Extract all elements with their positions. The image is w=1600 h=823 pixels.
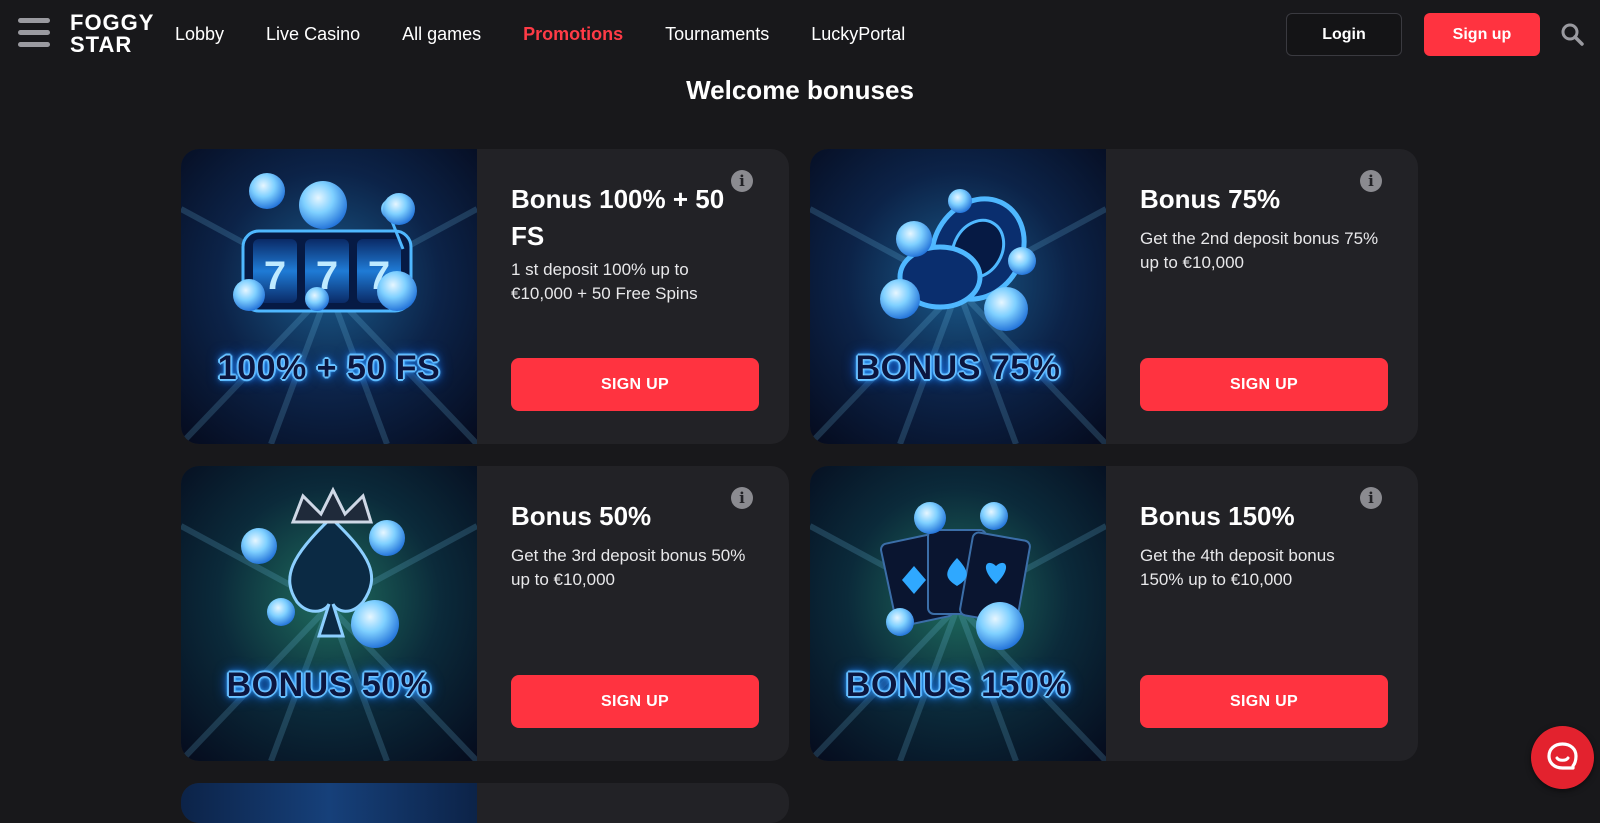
card-title: Bonus 50%	[511, 501, 652, 531]
nav-luckyportal[interactable]: LuckyPortal	[811, 22, 905, 46]
art-caption: BONUS 75%	[855, 349, 1061, 387]
sign-up-button[interactable]: SIGN UP	[511, 675, 759, 728]
nav-live-casino[interactable]: Live Casino	[266, 22, 360, 46]
svg-text:7: 7	[264, 254, 286, 298]
login-button[interactable]: Login	[1286, 13, 1402, 56]
hamburger-menu-icon[interactable]	[18, 18, 50, 48]
top-header: FOGGY STAR Lobby Live Casino All games P…	[0, 0, 1600, 68]
slot-machine-image: 7 7 7 100% + 50 FS	[181, 149, 477, 444]
art-caption: BONUS 50%	[226, 666, 432, 704]
playing-cards-image: BONUS 150%	[810, 466, 1106, 761]
card-description: Get the 2nd deposit bonus 75% up to €10,…	[1140, 229, 1379, 272]
page-title: Welcome bonuses	[686, 75, 914, 105]
sign-up-button[interactable]: SIGN UP	[1140, 358, 1388, 411]
art-caption: BONUS 150%	[845, 666, 1071, 704]
nav-tournaments[interactable]: Tournaments	[665, 22, 769, 46]
search-icon[interactable]	[1560, 22, 1584, 46]
bonus-card: BONUS 75% i Bonus 75% Get the 2nd deposi…	[810, 149, 1418, 444]
bonus-card-partial	[181, 783, 789, 823]
card-title: Bonus 150%	[1140, 501, 1295, 531]
card-description: Get the 3rd deposit bonus 50% up to €10,…	[511, 546, 746, 589]
nav-lobby[interactable]: Lobby	[175, 22, 224, 46]
card-title: Bonus 75%	[1140, 184, 1281, 214]
logo-line-2: STAR	[70, 32, 133, 57]
bonus-card: BONUS 150% i Bonus 150% Get the 4th depo…	[810, 466, 1418, 761]
nav-all-games[interactable]: All games	[402, 22, 481, 46]
foggy-star-logo[interactable]: FOGGY STAR	[70, 12, 156, 56]
nav-promotions[interactable]: Promotions	[523, 22, 623, 46]
bonus-image-partial	[181, 783, 477, 823]
sign-up-button[interactable]: SIGN UP	[1140, 675, 1388, 728]
sign-up-button[interactable]: SIGN UP	[511, 358, 759, 411]
bonus-card: BONUS 50% i Bonus 50% Get the 3rd deposi…	[181, 466, 789, 761]
crowned-spade-image: BONUS 50%	[181, 466, 477, 761]
card-title: Bonus 100% + 50 FS	[511, 184, 725, 251]
main-nav: Lobby Live Casino All games Promotions T…	[175, 22, 947, 46]
logo-line-1: FOGGY	[70, 10, 155, 35]
chat-button[interactable]	[1531, 726, 1594, 789]
card-description: 1 st deposit 100% up to €10,000 + 50 Fre…	[511, 260, 698, 303]
signup-button[interactable]: Sign up	[1424, 13, 1540, 56]
poker-chips-image: BONUS 75%	[810, 149, 1106, 444]
chat-icon	[1547, 742, 1578, 770]
card-description: Get the 4th deposit bonus 150% up to €10…	[1140, 546, 1335, 589]
art-caption: 100% + 50 FS	[217, 349, 441, 387]
bonus-card: 7 7 7 100% + 50 FS i Bonus 100% + 50 FS …	[181, 149, 789, 444]
